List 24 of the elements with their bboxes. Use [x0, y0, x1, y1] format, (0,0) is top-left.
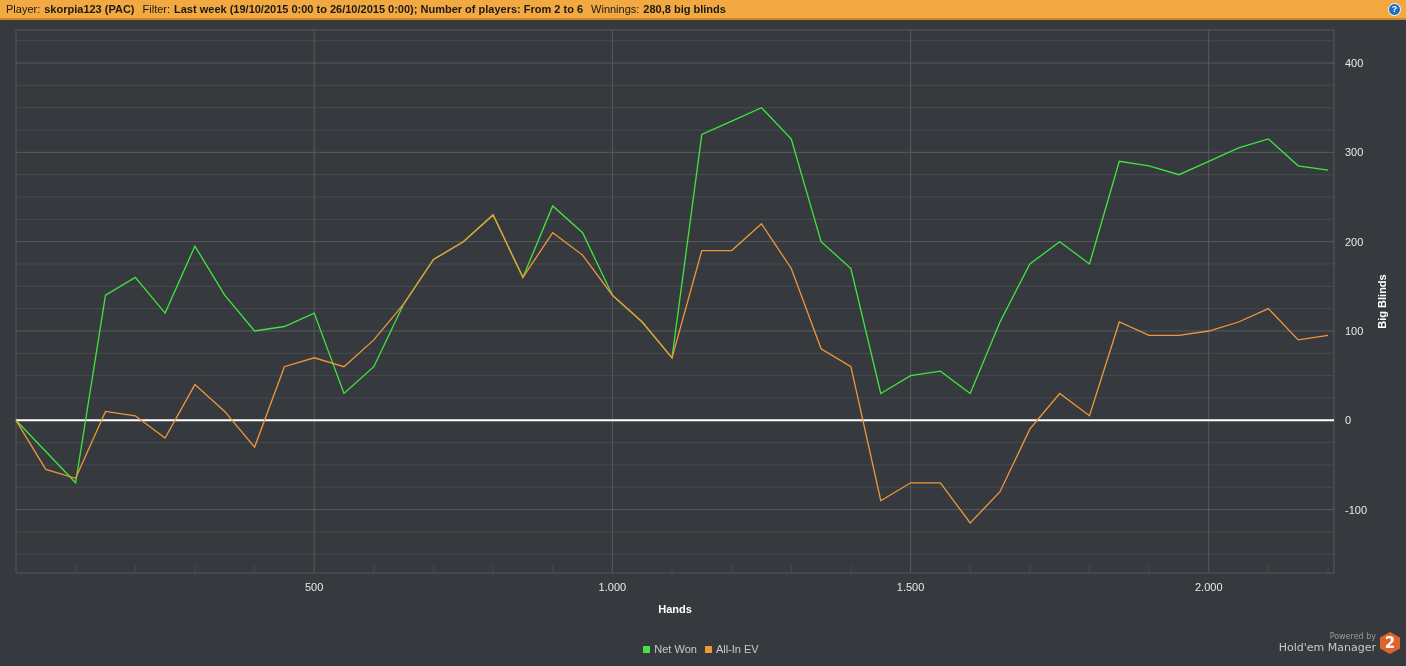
- field-label: Winnings:: [591, 3, 640, 15]
- field-value: skorpia123 (PAC): [44, 3, 135, 15]
- y-tick-label: -100: [1345, 503, 1368, 516]
- logo-badge: 2: [1380, 632, 1400, 654]
- legend-label: All-In EV: [715, 643, 759, 655]
- y-tick-label: 400: [1345, 57, 1364, 70]
- y-tick-label: 200: [1345, 235, 1364, 248]
- y-axis-title: Big Blinds: [1376, 274, 1388, 329]
- legend-label: Net Won: [654, 643, 697, 655]
- y-tick-label: 100: [1345, 324, 1364, 337]
- help-button[interactable]: ?: [1388, 2, 1401, 16]
- y-tick-label: 300: [1345, 146, 1364, 159]
- brand-name: Hold'em Manager: [1278, 641, 1376, 654]
- x-tick-label: 500: [305, 581, 324, 593]
- field-value: Last week (19/10/2015 0:00 to 26/10/2015 0:00); Number of players: From 2 to 6: [174, 3, 584, 15]
- x-tick-label: 2.000: [1195, 581, 1223, 593]
- field-value: 280,8 big blinds: [643, 3, 726, 15]
- brand-tagline: Powered by: [1329, 632, 1376, 641]
- x-axis-title: Hands: [658, 603, 692, 615]
- field-label: Filter:: [142, 3, 171, 15]
- field-label: Player:: [6, 3, 41, 15]
- x-tick-label: 1.000: [598, 581, 627, 593]
- x-tick-label: 1.500: [896, 581, 925, 593]
- y-tick-label: 0: [1345, 414, 1352, 427]
